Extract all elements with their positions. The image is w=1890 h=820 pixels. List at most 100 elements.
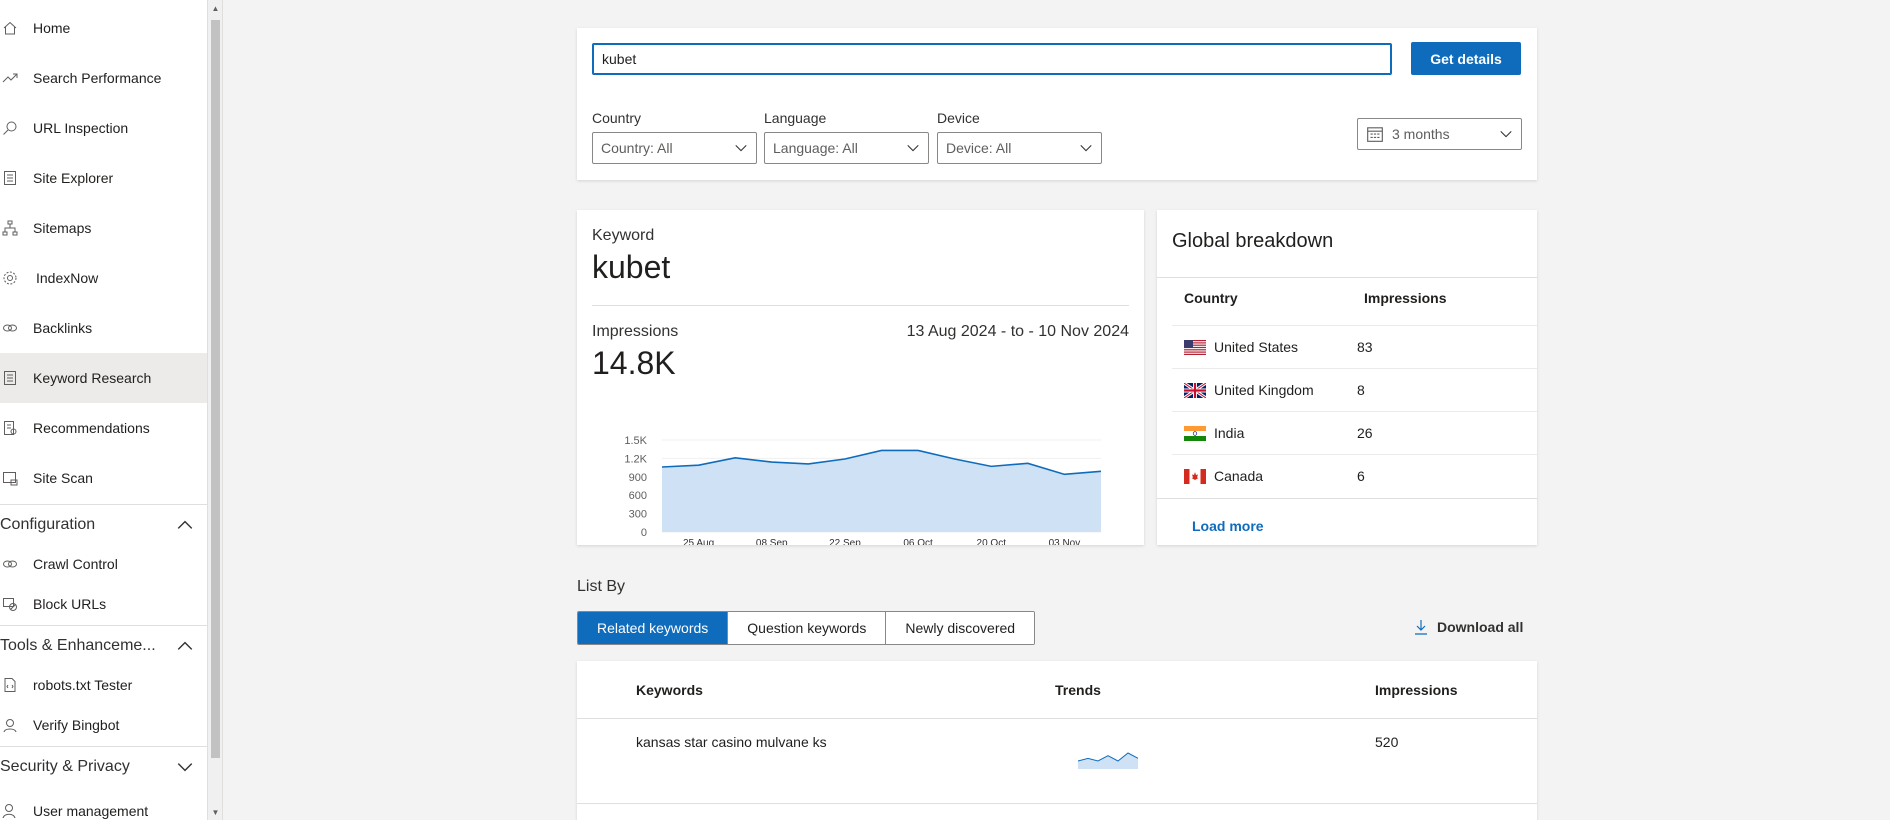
sidebar-item-sitemaps[interactable]: Sitemaps bbox=[0, 203, 207, 253]
section-tools[interactable]: Tools & Enhanceme... bbox=[0, 625, 207, 665]
keyword-row[interactable]: kansas star casino mulvane ks 520 bbox=[577, 719, 1537, 803]
divider bbox=[577, 803, 1537, 804]
search-card: Get details Country Country: All Languag… bbox=[577, 28, 1537, 180]
keyword-card: Keyword kubet Impressions 13 Aug 2024 - … bbox=[577, 210, 1144, 545]
impressions-value: 14.8K bbox=[592, 345, 676, 381]
impressions-area-chart: 0 300 600 900 1.2K 1.5K 25 Aug 08 Sep 22 Sep 06 O… bbox=[624, 435, 1102, 545]
gear-icon bbox=[0, 270, 33, 286]
y-tick-label: 900 bbox=[629, 472, 647, 484]
link-icon bbox=[0, 320, 33, 336]
sidebar-item-home[interactable]: Home bbox=[0, 3, 207, 53]
column-header-keywords: Keywords bbox=[636, 682, 703, 698]
trend-icon bbox=[0, 70, 33, 86]
document-icon bbox=[0, 170, 33, 186]
language-filter-label: Language bbox=[764, 110, 827, 126]
calendar-icon bbox=[1367, 127, 1383, 142]
keyword-search-input[interactable] bbox=[592, 43, 1392, 75]
sidebar-item-label: Site Scan bbox=[33, 470, 93, 486]
x-tick-label: 08 Sep bbox=[756, 538, 788, 545]
divider bbox=[592, 305, 1129, 306]
section-title: Configuration bbox=[0, 515, 96, 533]
y-tick-label: 0 bbox=[641, 527, 647, 539]
keyword-value: kubet bbox=[592, 249, 671, 285]
impressions-count: 6 bbox=[1357, 468, 1365, 484]
section-security[interactable]: Security & Privacy bbox=[0, 746, 207, 786]
column-header-impressions: Impressions bbox=[1375, 682, 1458, 698]
sidebar-scrollbar[interactable]: ▲ ▼ bbox=[208, 0, 223, 820]
document-icon bbox=[0, 370, 33, 386]
file-code-icon bbox=[0, 677, 33, 693]
language-dropdown[interactable]: Language: All bbox=[764, 132, 929, 164]
sidebar-item-label: Sitemaps bbox=[33, 220, 92, 236]
sidebar-item-url-inspection[interactable]: URL Inspection bbox=[0, 103, 207, 153]
sidebar-item-site-scan[interactable]: Site Scan bbox=[0, 453, 207, 503]
list-by-label: List By bbox=[577, 578, 626, 595]
country-dropdown[interactable]: Country: All bbox=[592, 132, 757, 164]
chevron-down-icon bbox=[1080, 145, 1092, 152]
country-name: United States bbox=[1214, 339, 1299, 355]
sidebar-item-recommendations[interactable]: Recommendations bbox=[0, 403, 207, 453]
sidebar-item-indexnow[interactable]: IndexNow bbox=[0, 253, 207, 303]
sidebar-item-label: Home bbox=[33, 20, 71, 36]
home-icon bbox=[0, 20, 33, 36]
date-range-dropdown[interactable]: 3 months bbox=[1357, 118, 1522, 150]
x-tick-label: 06 Oct bbox=[903, 538, 933, 545]
sidebar-item-label: robots.txt Tester bbox=[33, 677, 133, 693]
y-tick-label: 1.2K bbox=[624, 453, 647, 465]
link-icon bbox=[0, 556, 33, 572]
x-tick-label: 22 Sep bbox=[829, 538, 861, 545]
keywords-table-card: Keywords Trends Impressions kansas star … bbox=[577, 661, 1537, 820]
scroll-up-arrow-icon[interactable]: ▲ bbox=[211, 4, 220, 14]
get-details-button[interactable]: Get details bbox=[1411, 42, 1521, 75]
us-flag-icon bbox=[1184, 339, 1206, 355]
sidebar-item-keyword-research[interactable]: Keyword Research bbox=[0, 353, 207, 403]
dropdown-value: Language: All bbox=[773, 140, 858, 156]
sidebar-item-user-management[interactable]: User management bbox=[0, 786, 207, 820]
country-row: United Kingdom 8 bbox=[1172, 368, 1537, 411]
checklist-icon bbox=[0, 420, 33, 436]
divider bbox=[1157, 498, 1537, 499]
sitemap-icon bbox=[0, 220, 33, 236]
chevron-down-icon bbox=[907, 145, 919, 152]
tab-newly-discovered[interactable]: Newly discovered bbox=[886, 612, 1035, 644]
scroll-down-arrow-icon[interactable]: ▼ bbox=[211, 808, 220, 818]
sidebar-item-backlinks[interactable]: Backlinks bbox=[0, 303, 207, 353]
y-tick-label: 600 bbox=[629, 490, 647, 502]
sidebar-item-site-explorer[interactable]: Site Explorer bbox=[0, 153, 207, 203]
chevron-up-icon bbox=[177, 641, 193, 650]
date-range-text: 13 Aug 2024 - to - 10 Nov 2024 bbox=[906, 323, 1129, 340]
sidebar-item-label: User management bbox=[33, 803, 149, 819]
sidebar-item-label: Keyword Research bbox=[33, 370, 152, 386]
canada-flag-icon bbox=[1184, 468, 1206, 484]
block-icon bbox=[0, 596, 33, 612]
divider bbox=[1157, 277, 1537, 278]
column-header-impressions: Impressions bbox=[1364, 290, 1447, 306]
tab-question-keywords[interactable]: Question keywords bbox=[728, 612, 887, 644]
scrollbar-thumb[interactable] bbox=[211, 20, 220, 758]
device-filter-label: Device bbox=[937, 110, 980, 126]
section-title: Tools & Enhanceme... bbox=[0, 636, 156, 654]
sidebar-item-label: IndexNow bbox=[36, 270, 99, 286]
sidebar: Home Search Performance URL Inspection S… bbox=[0, 0, 208, 820]
x-tick-label: 25 Aug bbox=[683, 538, 714, 545]
sidebar-item-label: URL Inspection bbox=[33, 120, 129, 136]
search-icon bbox=[0, 120, 33, 136]
keyword-label: Keyword bbox=[592, 227, 655, 244]
country-row: United States 83 bbox=[1172, 325, 1537, 368]
load-more-link[interactable]: Load more bbox=[1192, 518, 1264, 534]
scan-icon bbox=[0, 470, 33, 486]
download-all-button[interactable]: Download all bbox=[1413, 619, 1523, 635]
sidebar-item-block-urls[interactable]: Block URLs bbox=[0, 579, 207, 629]
sidebar-item-search-performance[interactable]: Search Performance bbox=[0, 53, 207, 103]
global-breakdown-card: Global breakdown Country Impressions Uni… bbox=[1157, 210, 1537, 545]
date-range-value: 3 months bbox=[1392, 126, 1450, 142]
device-dropdown[interactable]: Device: All bbox=[937, 132, 1102, 164]
section-configuration[interactable]: Configuration bbox=[0, 504, 207, 544]
sidebar-item-label: Backlinks bbox=[33, 320, 93, 336]
sidebar-item-verify-bingbot[interactable]: Verify Bingbot bbox=[0, 700, 207, 750]
area-fill bbox=[662, 450, 1101, 532]
tab-related-keywords[interactable]: Related keywords bbox=[578, 612, 729, 644]
sidebar-item-label: Crawl Control bbox=[33, 556, 118, 572]
global-breakdown-title: Global breakdown bbox=[1172, 230, 1334, 252]
impressions-count: 520 bbox=[1375, 734, 1399, 750]
